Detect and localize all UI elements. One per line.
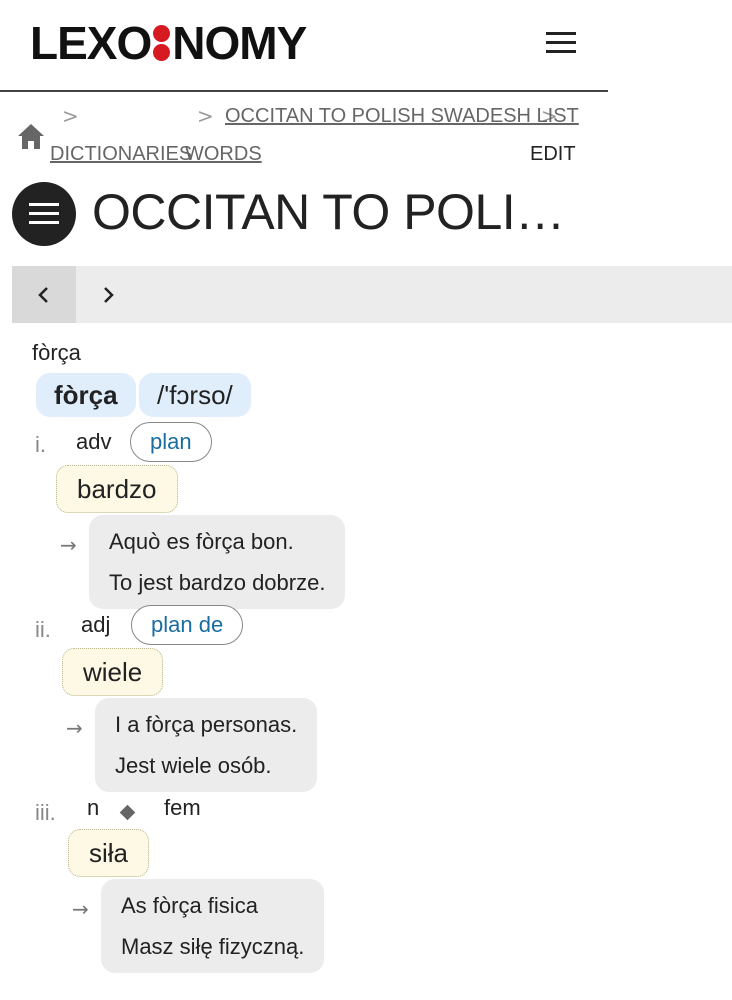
logo-text-left: LEXO bbox=[30, 17, 152, 69]
chevron-right-icon: > bbox=[197, 104, 214, 128]
gender: fem bbox=[164, 795, 201, 820]
example-source: As fòrça fisica bbox=[121, 893, 258, 918]
breadcrumb-dictionary-link[interactable]: OCCITAN TO POLISH SWADESH LIST bbox=[225, 105, 579, 128]
page-title: OCCITAN TO POLISH S… bbox=[92, 184, 582, 240]
lexonomy-logo[interactable]: LEXO NOMY bbox=[30, 17, 307, 69]
example-box: I a fòrça personas. Jest wiele osób. bbox=[95, 698, 318, 792]
menu-button[interactable] bbox=[12, 182, 76, 246]
chevron-right-icon: > bbox=[62, 104, 79, 128]
example-target: Masz siłę fizyczną. bbox=[121, 934, 305, 959]
pronunciation: /'fɔrso/ bbox=[139, 373, 251, 417]
equivalent: bardzo bbox=[56, 465, 178, 513]
edit-link[interactable]: EDIT bbox=[530, 143, 576, 166]
top-bar: LEXO NOMY bbox=[0, 0, 608, 92]
sense-number: i. bbox=[35, 432, 46, 457]
equivalent: siła bbox=[68, 829, 150, 877]
breadcrumb-dictionaries-link[interactable]: DICTIONARIES bbox=[50, 143, 192, 166]
sense-number: iii. bbox=[35, 800, 56, 825]
headword: fòrça bbox=[36, 373, 136, 417]
example-source: Aquò es fòrça bon. bbox=[109, 529, 294, 554]
part-of-speech: adj bbox=[81, 612, 111, 637]
breadcrumb-words-link[interactable]: WORDS bbox=[185, 143, 262, 166]
equivalent: wiele bbox=[62, 648, 164, 696]
example-source: I a fòrça personas. bbox=[115, 712, 298, 737]
part-of-speech: n bbox=[87, 795, 100, 820]
arrow-icon: → bbox=[60, 533, 77, 557]
chevron-right-icon bbox=[104, 286, 114, 303]
hamburger-menu-icon[interactable] bbox=[546, 32, 576, 54]
home-icon[interactable] bbox=[16, 121, 46, 151]
translation-link[interactable]: plan de bbox=[131, 605, 244, 645]
entry-pager bbox=[12, 266, 732, 323]
next-entry-button[interactable] bbox=[76, 266, 140, 323]
part-of-speech: adv bbox=[76, 429, 112, 454]
logo-text-right: NOMY bbox=[172, 17, 307, 69]
diamond-icon bbox=[119, 804, 136, 821]
arrow-icon: → bbox=[66, 716, 83, 740]
example-box: Aquò es fòrça bon. To jest bardzo dobrze… bbox=[89, 515, 346, 609]
example-box: As fòrça fisica Masz siłę fizyczną. bbox=[101, 879, 325, 973]
arrow-icon: → bbox=[72, 897, 89, 921]
entry-headword-label: fòrça bbox=[32, 340, 81, 365]
logo-dots bbox=[153, 24, 171, 62]
example-target: Jest wiele osób. bbox=[115, 753, 272, 778]
translation-link[interactable]: plan bbox=[130, 422, 212, 462]
previous-entry-button[interactable] bbox=[12, 266, 76, 323]
sense-number: ii. bbox=[35, 617, 51, 642]
chevron-left-icon bbox=[38, 286, 48, 303]
example-target: To jest bardzo dobrze. bbox=[109, 570, 326, 595]
